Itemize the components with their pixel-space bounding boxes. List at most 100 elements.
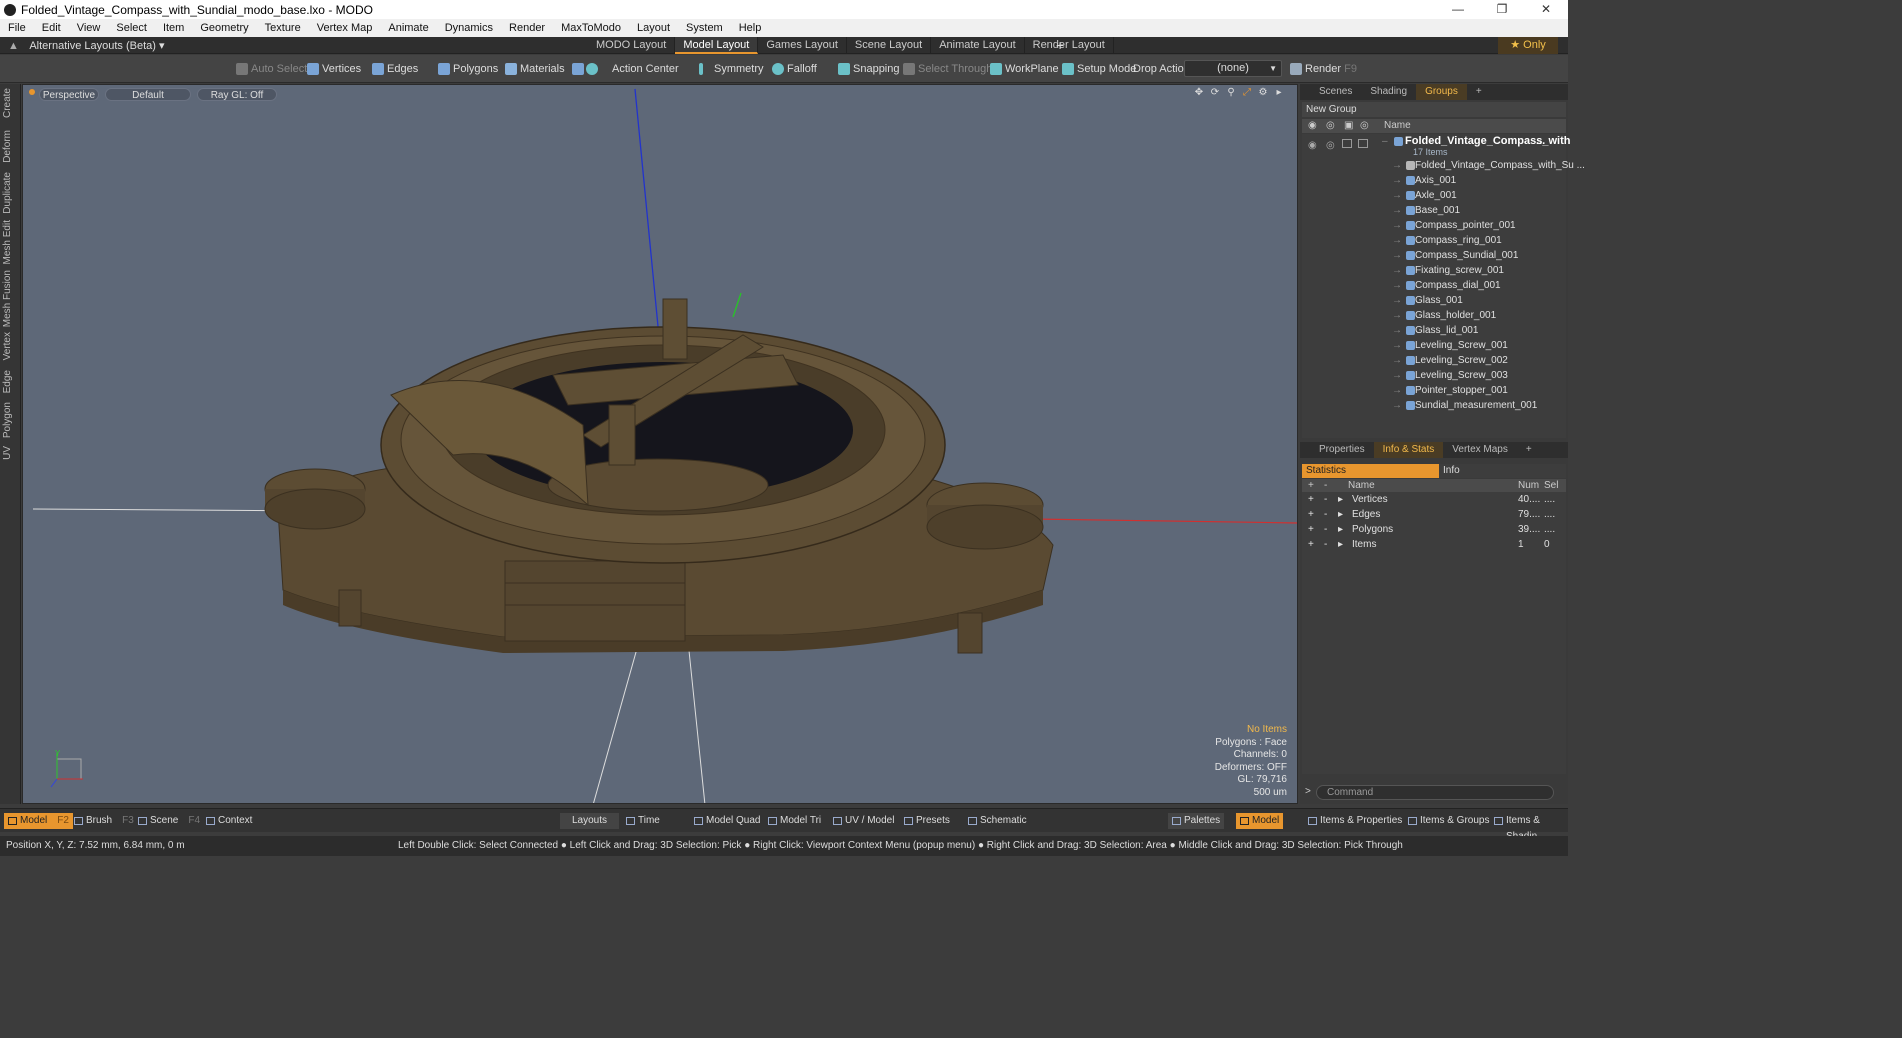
triangle-right-icon[interactable]: ▸	[1338, 507, 1343, 522]
menu-help[interactable]: Help	[731, 22, 770, 34]
model-quad-tab[interactable]: Model Quad	[690, 813, 764, 829]
context-tab[interactable]: Context	[202, 813, 256, 829]
uv-model-tab[interactable]: UV / Model	[829, 813, 898, 829]
group-item-row[interactable]: → Glass_lid_001	[1302, 323, 1566, 338]
group-item-row[interactable]: → Fixating_screw_001	[1302, 263, 1566, 278]
select-through-button[interactable]: Select Through	[901, 60, 992, 78]
collapse-toggle-icon[interactable]: –	[1382, 134, 1388, 149]
stats-row-edges[interactable]: + - ▸ Edges 79.... ....	[1302, 507, 1566, 522]
presets-tab[interactable]: Presets	[900, 813, 954, 829]
tab-duplicate[interactable]: Duplicate	[2, 172, 18, 214]
group-item-row[interactable]: → Axis_001	[1302, 173, 1566, 188]
menu-view[interactable]: View	[69, 22, 109, 34]
group-item-row[interactable]: → Sundial_measurement_001	[1302, 398, 1566, 413]
stats-row-items[interactable]: + - ▸ Items 1 0	[1302, 537, 1566, 552]
only-toggle[interactable]: ★ Only	[1498, 37, 1558, 54]
stats-name-header[interactable]: Name	[1348, 479, 1375, 492]
tab-shading[interactable]: Shading	[1361, 84, 1416, 100]
visibility-eye-icon[interactable]: ◉	[1308, 138, 1317, 153]
triangle-right-icon[interactable]: ▸	[1338, 492, 1343, 507]
tab-properties[interactable]: Properties	[1310, 442, 1374, 458]
tab-scene-layout[interactable]: Scene Layout	[847, 37, 932, 54]
rotate-view-icon[interactable]: ⟳	[1209, 87, 1221, 99]
group-item-row[interactable]: → Axle_001	[1302, 188, 1566, 203]
menu-file[interactable]: File	[0, 22, 34, 34]
expand-all-icon[interactable]: +	[1308, 479, 1314, 492]
menu-edit[interactable]: Edit	[34, 22, 69, 34]
group-item-row[interactable]: → Glass_001	[1302, 293, 1566, 308]
visibility-eye-icon[interactable]: ◉	[1308, 119, 1317, 133]
expand-icon[interactable]: +	[1308, 492, 1314, 507]
model-mode-tab[interactable]: Model F2	[4, 813, 73, 829]
select-checkbox[interactable]	[1358, 139, 1368, 148]
3d-viewport[interactable]: Y Perspective Default Ray GL: Off ✥ ⟳ ⚲ …	[22, 84, 1298, 804]
collapse-icon[interactable]: -	[1324, 507, 1327, 522]
schematic-tab[interactable]: Schematic	[964, 813, 1031, 829]
menu-dynamics[interactable]: Dynamics	[437, 22, 501, 34]
render-toggle-icon[interactable]: ◎	[1326, 119, 1335, 133]
render-toggle-icon[interactable]: ◎	[1326, 138, 1335, 153]
alternative-layouts-dropdown[interactable]: ▲ Alternative Layouts (Beta) ▾	[8, 39, 165, 52]
viewport-dot-icon[interactable]	[29, 89, 35, 95]
stats-row-polygons[interactable]: + - ▸ Polygons 39.... ....	[1302, 522, 1566, 537]
edges-button[interactable]: Edges	[370, 60, 418, 78]
palettes-button[interactable]: Palettes	[1168, 813, 1225, 829]
chevron-right-icon[interactable]: ▸	[1273, 87, 1285, 99]
group-item-row[interactable]: → Leveling_Screw_003	[1302, 368, 1566, 383]
items-groups-tab[interactable]: Items & Groups	[1404, 813, 1493, 829]
collapse-icon[interactable]: -	[1324, 492, 1327, 507]
collapse-icon[interactable]: -	[1324, 522, 1327, 537]
menu-item[interactable]: Item	[155, 22, 192, 34]
add-tab-icon[interactable]: +	[1517, 442, 1541, 458]
select-toggle-icon[interactable]: ◎	[1360, 119, 1369, 133]
close-button[interactable]: ✕	[1524, 0, 1568, 19]
render-button[interactable]: Render F9	[1288, 60, 1357, 78]
lock-icon[interactable]: ▣	[1344, 119, 1353, 133]
subtab-statistics[interactable]: Statistics	[1302, 464, 1439, 478]
move-view-icon[interactable]: ✥	[1193, 87, 1205, 99]
triangle-right-icon[interactable]: ▸	[1338, 522, 1343, 537]
raygl-toggle[interactable]: Ray GL: Off	[197, 88, 277, 101]
menu-render[interactable]: Render	[501, 22, 553, 34]
tab-deform[interactable]: Deform	[2, 130, 18, 163]
vertices-button[interactable]: Vertices	[305, 60, 361, 78]
gear-icon[interactable]: ⚙	[1257, 87, 1269, 99]
lock-checkbox[interactable]	[1342, 139, 1352, 148]
group-item-row[interactable]: → Compass_Sundial_001	[1302, 248, 1566, 263]
command-input[interactable]: Command	[1316, 785, 1554, 800]
tab-vertex[interactable]: Vertex	[2, 332, 18, 360]
menu-maxtomodo[interactable]: MaxToModo	[553, 22, 629, 34]
tab-modo-layout[interactable]: MODO Layout	[588, 37, 676, 54]
tab-scenes[interactable]: Scenes	[1310, 84, 1361, 100]
add-layout-button[interactable]: +	[1056, 37, 1064, 53]
model-right-tab[interactable]: Model	[1236, 813, 1284, 829]
drop-action-select[interactable]: (none) ▼	[1184, 60, 1282, 77]
workplane-button[interactable]: WorkPlane	[988, 60, 1059, 78]
tab-polygon[interactable]: Polygon	[2, 402, 18, 438]
tab-mesh-edit[interactable]: Mesh Edit	[2, 220, 18, 264]
menu-select[interactable]: Select	[108, 22, 155, 34]
zoom-view-icon[interactable]: ⚲	[1225, 87, 1237, 99]
materials-button[interactable]: Materials	[503, 60, 565, 78]
group-item-row[interactable]: → Glass_holder_001	[1302, 308, 1566, 323]
minimize-button[interactable]: —	[1436, 0, 1480, 19]
subtab-info[interactable]: Info	[1439, 464, 1566, 478]
collapse-all-icon[interactable]: -	[1324, 479, 1327, 492]
action-center-button[interactable]: Action Center	[570, 60, 679, 78]
items-shading-tab[interactable]: Items & Shadin	[1490, 813, 1568, 842]
falloff-button[interactable]: Falloff	[770, 60, 817, 78]
auto-select-button[interactable]: Auto Select	[234, 60, 307, 78]
chevron-right-icon[interactable]: >	[1305, 786, 1311, 797]
panel-grip-icon[interactable]	[1300, 442, 1310, 458]
menu-geometry[interactable]: Geometry	[192, 22, 256, 34]
model-tri-tab[interactable]: Model Tri	[764, 813, 825, 829]
view-perspective-button[interactable]: Perspective	[39, 88, 99, 101]
tab-render-layout[interactable]: Render Layout	[1025, 37, 1114, 54]
layouts-button[interactable]: Layouts	[560, 813, 620, 829]
group-item-row[interactable]: → Compass_dial_001	[1302, 278, 1566, 293]
scene-mode-tab[interactable]: Scene F4	[134, 813, 204, 829]
triangle-right-icon[interactable]: ▸	[1338, 537, 1343, 552]
shading-default-button[interactable]: Default	[105, 88, 191, 101]
collapse-up-icon[interactable]: ▲	[8, 40, 19, 52]
tab-groups[interactable]: Groups	[1416, 84, 1467, 100]
